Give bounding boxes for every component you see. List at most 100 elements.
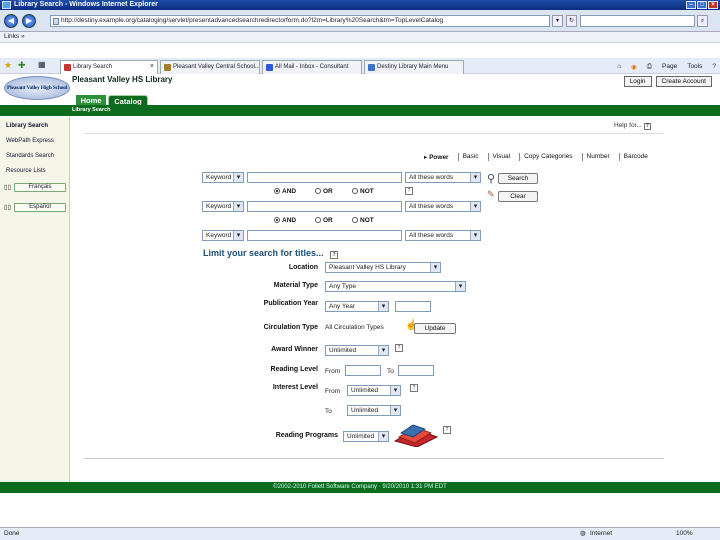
help-question-icon: ? [643,123,651,130]
content-top-divider [84,133,664,134]
sidebar-item-standards-search[interactable]: Standards Search [6,153,54,159]
reading-level-to-input[interactable] [398,365,434,376]
reading-level-label: Reading Level [270,366,318,373]
search-magnifier-icon[interactable]: ⌕ [697,15,708,27]
help-menu-icon[interactable]: ? [712,63,716,74]
subnav-library-search[interactable]: Library Search [72,107,111,113]
address-bar: ◀ ▶ http://destiny.example.org/catalogin… [0,10,720,32]
sidebar-item-resource-lists[interactable]: Resource Lists [6,168,46,174]
award-winner-label: Award Winner [271,346,318,353]
scope-select-1[interactable]: All these words [405,172,481,183]
limit-heading: Limit your search for titles... ? [203,248,339,259]
mode-barcode[interactable]: Barcode [618,153,648,161]
location-select[interactable]: Pleasant Valley HS Library [325,262,441,273]
publication-year-select[interactable]: Any Year [325,301,389,312]
field-select-3[interactable]: Keyword [202,230,244,241]
home-icon[interactable]: ⌂ [617,63,621,74]
update-button[interactable]: Update [414,323,456,334]
content-bottom-divider [84,458,664,459]
bool-not-radio-1[interactable]: NOT [352,188,374,195]
internet-zone-icon: ◍ [580,530,586,537]
sidebar-item-library-search[interactable]: Library Search [6,123,48,129]
close-window-icon[interactable]: × [708,1,718,9]
tab-list-icon[interactable]: ▦ [38,60,46,69]
links-bar: Links » [0,32,720,43]
browser-tab-mail[interactable]: All Mail - Inbox - Consultant [262,60,362,74]
page-footer: ©2002-2010 Follett Software Company · 9/… [0,482,720,493]
mode-number[interactable]: Number [581,153,610,161]
bool-not-radio-2[interactable]: NOT [352,217,374,224]
tools-menu[interactable]: Tools [687,63,702,74]
favorites-star-icon[interactable]: ★ [4,60,12,71]
publication-year-input[interactable] [395,301,431,312]
bool-or-radio-1[interactable]: OR [315,188,333,195]
books-icon [393,424,439,447]
scope-select-3[interactable]: All these words [405,230,481,241]
award-help-icon[interactable]: ? [395,344,403,352]
award-winner-select[interactable]: Unlimited [325,345,389,356]
zone-label: Internet [590,530,613,537]
refresh-icon[interactable]: ↻ [566,15,577,27]
print-icon[interactable]: ⎙ [647,63,652,74]
url-dropdown-icon[interactable]: ▾ [552,15,563,27]
tab-favicon-icon [64,64,71,71]
web-search-input[interactable] [580,15,695,27]
field-select-1[interactable]: Keyword [202,172,244,183]
status-text: Done [4,530,20,537]
boolean-help-icon[interactable]: ? [405,187,413,195]
interest-help-icon[interactable]: ? [410,384,418,392]
scope-select-2[interactable]: All these words [405,201,481,212]
zoom-level[interactable]: 100% [676,530,693,537]
help-link[interactable]: Help for...? [614,122,651,130]
status-bar: Done ◍ Internet 100% [0,527,720,540]
reading-programs-select[interactable]: Unlimited [343,431,389,442]
mode-basic[interactable]: Basic [457,153,479,161]
mode-power[interactable]: ▸ Power [420,153,449,161]
mode-copy-categories[interactable]: Copy Categories [519,153,573,161]
reading-to-label: To [387,368,394,375]
reading-from-label: From [325,368,341,375]
circulation-type-value: All Circulation Types [325,324,384,331]
search-term-input-2[interactable] [247,201,402,212]
ie-app-icon [2,1,11,9]
window-title-bar: Library Search - Windows Internet Explor… [0,0,720,10]
search-term-input-3[interactable] [247,230,402,241]
school-logo[interactable]: Pleasant Valley High School [4,76,70,100]
interest-level-from-select[interactable]: Unlimited [347,385,401,396]
browser-tab-library-search[interactable]: Library Search × [60,60,158,74]
links-label[interactable]: Links [4,33,19,40]
clear-button[interactable]: Clear [498,191,538,202]
url-input[interactable]: http://destiny.example.org/cataloging/se… [50,15,550,27]
french-flag-icon: ▯▯ [4,184,12,191]
forward-arrow-icon[interactable]: ▶ [22,14,36,28]
maximize-icon[interactable]: □ [697,1,707,9]
minimize-icon[interactable]: – [686,1,696,9]
sidebar-item-webpath-express[interactable]: WebPath Express [6,138,54,144]
programs-help-icon[interactable]: ? [443,426,451,434]
create-account-button[interactable]: Create Account [655,76,712,87]
language-button-french[interactable]: Français [14,183,66,192]
bool-or-radio-2[interactable]: OR [315,217,333,224]
browser-tab-school[interactable]: Pleasant Valley Central School... [160,60,260,74]
add-favorite-icon[interactable]: ✚ [18,60,26,71]
bool-and-radio-2[interactable]: AND [274,217,296,224]
limit-help-icon[interactable]: ? [330,251,339,259]
bool-and-radio-1[interactable]: AND [274,188,296,195]
feeds-icon[interactable]: ◉ [631,63,637,74]
search-mode-links: ▸ Power Basic Visual Copy Categories Num… [420,153,648,161]
site-name: Pleasant Valley HS Library [72,75,173,84]
language-button-spanish[interactable]: Español [14,203,66,212]
close-tab-icon[interactable]: × [150,63,154,70]
browser-tab-destiny-menu[interactable]: Destiny Library Main Menu [364,60,464,74]
page-menu[interactable]: Page [662,63,677,74]
login-button[interactable]: Login [623,76,652,87]
field-select-2[interactable]: Keyword [202,201,244,212]
publication-year-label: Publication Year [263,300,318,307]
reading-level-from-input[interactable] [345,365,381,376]
material-type-select[interactable]: Any Type [325,281,466,292]
back-arrow-icon[interactable]: ◀ [4,14,18,28]
interest-level-to-select[interactable]: Unlimited [347,405,401,416]
search-button[interactable]: Search [498,173,538,184]
search-term-input-1[interactable] [247,172,402,183]
mode-visual[interactable]: Visual [487,153,510,161]
